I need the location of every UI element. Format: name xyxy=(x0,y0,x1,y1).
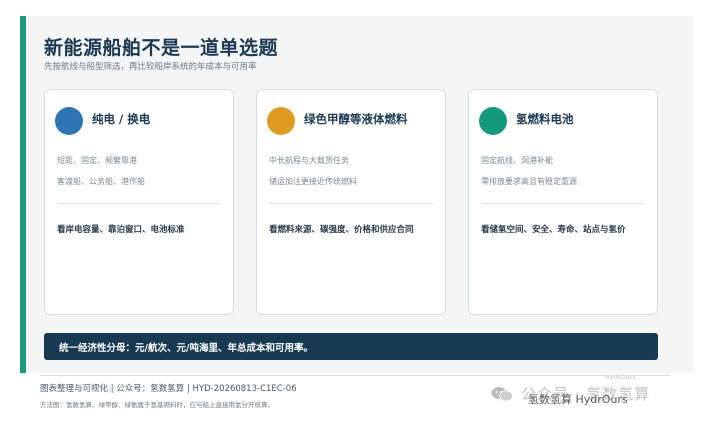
page-subtitle: 先按航线与船型筛选，再比较船岸系统的年成本与可用率 xyxy=(44,62,257,72)
card-focus: 看岸电容量、靠泊窗口、电池标准 xyxy=(57,225,185,235)
card-line: 客渡船、公务船、港作船 xyxy=(57,177,145,186)
summary-banner: 统一经济性分母：元/航次、元/吨海里、年总成本和可用率。 xyxy=(44,333,658,360)
card-title: 纯电 / 换电 xyxy=(92,112,151,126)
card-line: 储运加注更接近传统燃料 xyxy=(269,177,357,186)
footer-divider xyxy=(40,375,670,376)
page-title: 新能源船舶不是一道单选题 xyxy=(44,37,279,59)
card-hydrogen: 氢燃料电池 固定航线、洞港补能 零排放要求高且有稳定氢源 看储氢空间、安全、寿命… xyxy=(468,89,658,315)
card-line: 短距、固定、频繁靠港 xyxy=(57,156,137,165)
green-circle-icon xyxy=(479,107,507,135)
card-line: 中长航程与大载货任务 xyxy=(269,156,349,165)
accent-bar xyxy=(20,16,26,373)
footer-credit: 图表整理与可视化 | 公众号：氢数氢算 | HYD-20260813-C1EC-… xyxy=(40,384,297,394)
card-divider xyxy=(269,203,433,204)
card-divider xyxy=(481,203,645,204)
card-methanol: 绿色甲醇等液体燃料 中长航程与大载货任务 储运加注更接近传统燃料 看燃料来源、碳… xyxy=(256,89,446,315)
card-divider xyxy=(57,203,221,204)
slide-panel: 新能源船舶不是一道单选题 先按航线与船型筛选，再比较船岸系统的年成本与可用率 纯… xyxy=(20,16,693,381)
card-electric: 纯电 / 换电 短距、固定、频繁靠港 客渡船、公务船、港作船 看岸电容量、靠泊窗… xyxy=(44,89,234,315)
card-focus: 看燃料来源、碳强度、价格和供应合同 xyxy=(269,225,414,235)
wechat-icon xyxy=(491,387,513,402)
card-line: 固定航线、洞港补能 xyxy=(481,156,553,165)
blue-circle-icon xyxy=(55,107,83,135)
card-title: 绿色甲醇等液体燃料 xyxy=(304,112,408,126)
footer-note: 方法图：氢数氢算。绿甲醇、绿氨属于氢基燃料时，应与船上直接用氢分开核算。 xyxy=(40,401,274,409)
orange-circle-icon xyxy=(267,107,295,135)
banner-text: 统一经济性分母：元/航次、元/吨海里、年总成本和可用率。 xyxy=(59,343,313,354)
card-line: 零排放要求高且有稳定氢源 xyxy=(481,177,577,186)
card-focus: 看储氢空间、安全、寿命、站点与氢价 xyxy=(481,225,626,235)
brand-watermark: 氢数氢算 HydrOurs xyxy=(528,393,628,406)
card-title: 氢燃料电池 xyxy=(516,112,574,126)
